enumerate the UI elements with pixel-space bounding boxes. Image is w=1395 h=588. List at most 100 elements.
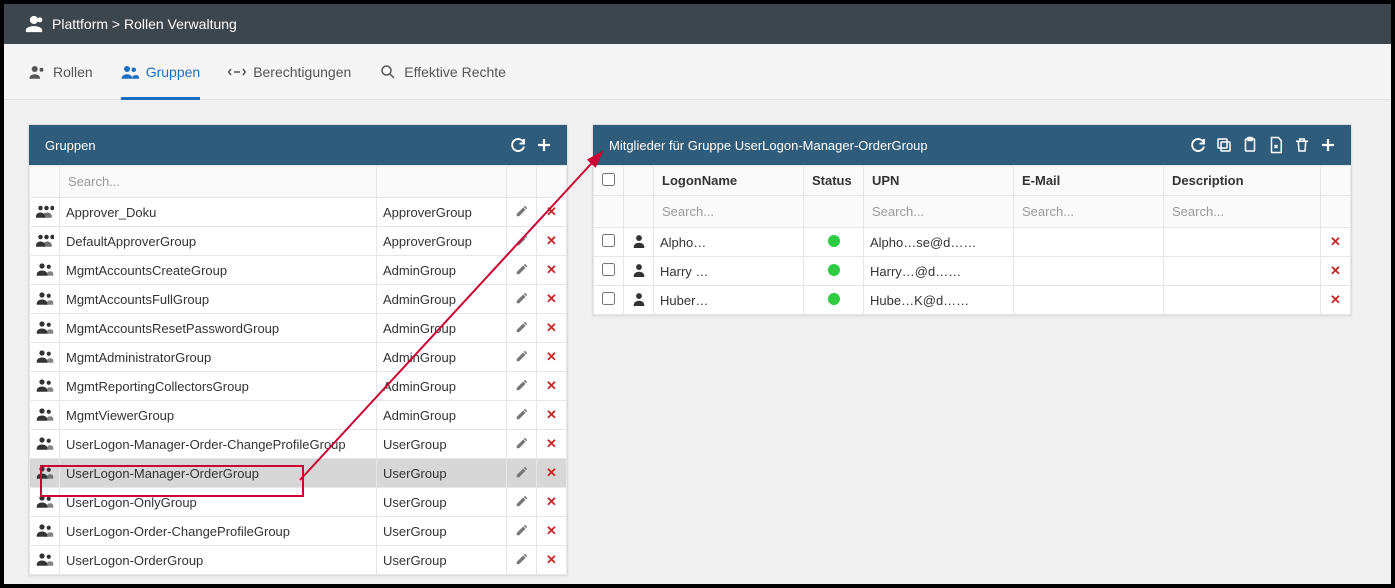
- delete-button[interactable]: ✕: [537, 372, 567, 401]
- paste-button[interactable]: [1237, 132, 1263, 158]
- delete-button[interactable]: ✕: [537, 488, 567, 517]
- table-row[interactable]: UserLogon-OrderGroupUserGroup✕: [30, 546, 567, 575]
- members-panel: Mitglieder für Gruppe UserLogon-Manager-…: [592, 124, 1352, 316]
- email: [1014, 286, 1164, 315]
- plus-icon: [535, 136, 553, 154]
- tab-effective[interactable]: Effektive Rechte: [379, 44, 506, 100]
- upn-search[interactable]: [872, 202, 1005, 221]
- add-member-button[interactable]: [1315, 132, 1341, 158]
- table-row[interactable]: Huber…Hube…K@d……✕: [594, 286, 1351, 315]
- table-row[interactable]: MgmtViewerGroupAdminGroup✕: [30, 401, 567, 430]
- col-logon[interactable]: LogonName: [654, 166, 804, 196]
- group-type-icon: [30, 517, 60, 546]
- edit-button[interactable]: [507, 256, 537, 285]
- status-cell: [804, 257, 864, 286]
- delete-button[interactable]: ✕: [1321, 257, 1351, 286]
- tab-permissions[interactable]: Berechtigungen: [228, 44, 351, 100]
- person-icon: [624, 286, 654, 315]
- select-all-checkbox[interactable]: [602, 173, 615, 186]
- delete-button[interactable]: ✕: [537, 285, 567, 314]
- table-row[interactable]: Alpho…Alpho…se@d……✕: [594, 228, 1351, 257]
- edit-button[interactable]: [507, 459, 537, 488]
- edit-button[interactable]: [507, 314, 537, 343]
- delete-button[interactable]: ✕: [1321, 286, 1351, 315]
- group-type: UserGroup: [377, 488, 507, 517]
- table-row[interactable]: UserLogon-Manager-Order-ChangeProfileGro…: [30, 430, 567, 459]
- table-row[interactable]: MgmtAccountsCreateGroupAdminGroup✕: [30, 256, 567, 285]
- table-row[interactable]: UserLogon-Manager-OrderGroupUserGroup✕: [30, 459, 567, 488]
- col-desc[interactable]: Description: [1164, 166, 1321, 196]
- group-name: Approver_Doku: [60, 198, 377, 227]
- delete-all-button[interactable]: [1289, 132, 1315, 158]
- delete-button[interactable]: ✕: [537, 459, 567, 488]
- description: [1164, 286, 1321, 315]
- group-type-icon: [30, 343, 60, 372]
- row-checkbox[interactable]: [602, 263, 615, 276]
- tab-roles[interactable]: Rollen: [28, 44, 93, 100]
- delete-button[interactable]: ✕: [537, 227, 567, 256]
- refresh-button[interactable]: [1185, 132, 1211, 158]
- delete-button[interactable]: ✕: [537, 401, 567, 430]
- desc-search[interactable]: [1172, 202, 1312, 221]
- tab-label: Gruppen: [146, 64, 200, 80]
- table-row[interactable]: UserLogon-OnlyGroupUserGroup✕: [30, 488, 567, 517]
- table-row[interactable]: DefaultApproverGroupApproverGroup✕: [30, 227, 567, 256]
- tab-label: Rollen: [53, 64, 93, 80]
- refresh-icon: [1189, 136, 1207, 154]
- delete-button[interactable]: ✕: [537, 430, 567, 459]
- edit-button[interactable]: [507, 401, 537, 430]
- delete-button[interactable]: ✕: [537, 198, 567, 227]
- groups-panel-title: Gruppen: [45, 138, 505, 153]
- group-type-icon: [30, 285, 60, 314]
- edit-button[interactable]: [507, 227, 537, 256]
- email: [1014, 228, 1164, 257]
- table-row[interactable]: MgmtAdministratorGroupAdminGroup✕: [30, 343, 567, 372]
- edit-button[interactable]: [507, 430, 537, 459]
- tab-groups[interactable]: Gruppen: [121, 44, 200, 100]
- table-row[interactable]: Approver_DokuApproverGroup✕: [30, 198, 567, 227]
- table-row[interactable]: MgmtAccountsFullGroupAdminGroup✕: [30, 285, 567, 314]
- edit-button[interactable]: [507, 488, 537, 517]
- group-type-icon: [30, 401, 60, 430]
- col-status[interactable]: Status: [804, 166, 864, 196]
- group-name: MgmtViewerGroup: [60, 401, 377, 430]
- members-panel-header: Mitglieder für Gruppe UserLogon-Manager-…: [593, 125, 1351, 165]
- export-button[interactable]: [1263, 132, 1289, 158]
- upn: Hube…K@d……: [864, 286, 1014, 315]
- groups-table: Approver_DokuApproverGroup✕DefaultApprov…: [29, 165, 567, 575]
- edit-button[interactable]: [507, 198, 537, 227]
- add-button[interactable]: [531, 132, 557, 158]
- delete-button[interactable]: ✕: [537, 343, 567, 372]
- delete-button[interactable]: ✕: [1321, 228, 1351, 257]
- groups-name-search[interactable]: [68, 172, 368, 191]
- breadcrumb-bar: Plattform > Rollen Verwaltung: [4, 4, 1391, 44]
- email-search[interactable]: [1022, 202, 1155, 221]
- plus-icon: [1319, 136, 1337, 154]
- copy-button[interactable]: [1211, 132, 1237, 158]
- row-checkbox[interactable]: [602, 292, 615, 305]
- groups-panel: Gruppen Approve: [28, 124, 568, 576]
- edit-button[interactable]: [507, 343, 537, 372]
- edit-button[interactable]: [507, 285, 537, 314]
- logon-search[interactable]: [662, 202, 795, 221]
- group-name: UserLogon-OrderGroup: [60, 546, 377, 575]
- table-row[interactable]: Harry …Harry…@d……✕: [594, 257, 1351, 286]
- row-checkbox[interactable]: [602, 234, 615, 247]
- delete-button[interactable]: ✕: [537, 314, 567, 343]
- group-type: UserGroup: [377, 517, 507, 546]
- col-email[interactable]: E-Mail: [1014, 166, 1164, 196]
- delete-button[interactable]: ✕: [537, 256, 567, 285]
- delete-button[interactable]: ✕: [537, 546, 567, 575]
- edit-button[interactable]: [507, 372, 537, 401]
- table-row[interactable]: MgmtAccountsResetPasswordGroupAdminGroup…: [30, 314, 567, 343]
- description: [1164, 228, 1321, 257]
- edit-button[interactable]: [507, 546, 537, 575]
- table-row[interactable]: UserLogon-Order-ChangeProfileGroupUserGr…: [30, 517, 567, 546]
- clipboard-icon: [1241, 136, 1259, 154]
- edit-button[interactable]: [507, 517, 537, 546]
- table-row[interactable]: MgmtReportingCollectorsGroupAdminGroup✕: [30, 372, 567, 401]
- refresh-button[interactable]: [505, 132, 531, 158]
- upn: Harry…@d……: [864, 257, 1014, 286]
- col-upn[interactable]: UPN: [864, 166, 1014, 196]
- delete-button[interactable]: ✕: [537, 517, 567, 546]
